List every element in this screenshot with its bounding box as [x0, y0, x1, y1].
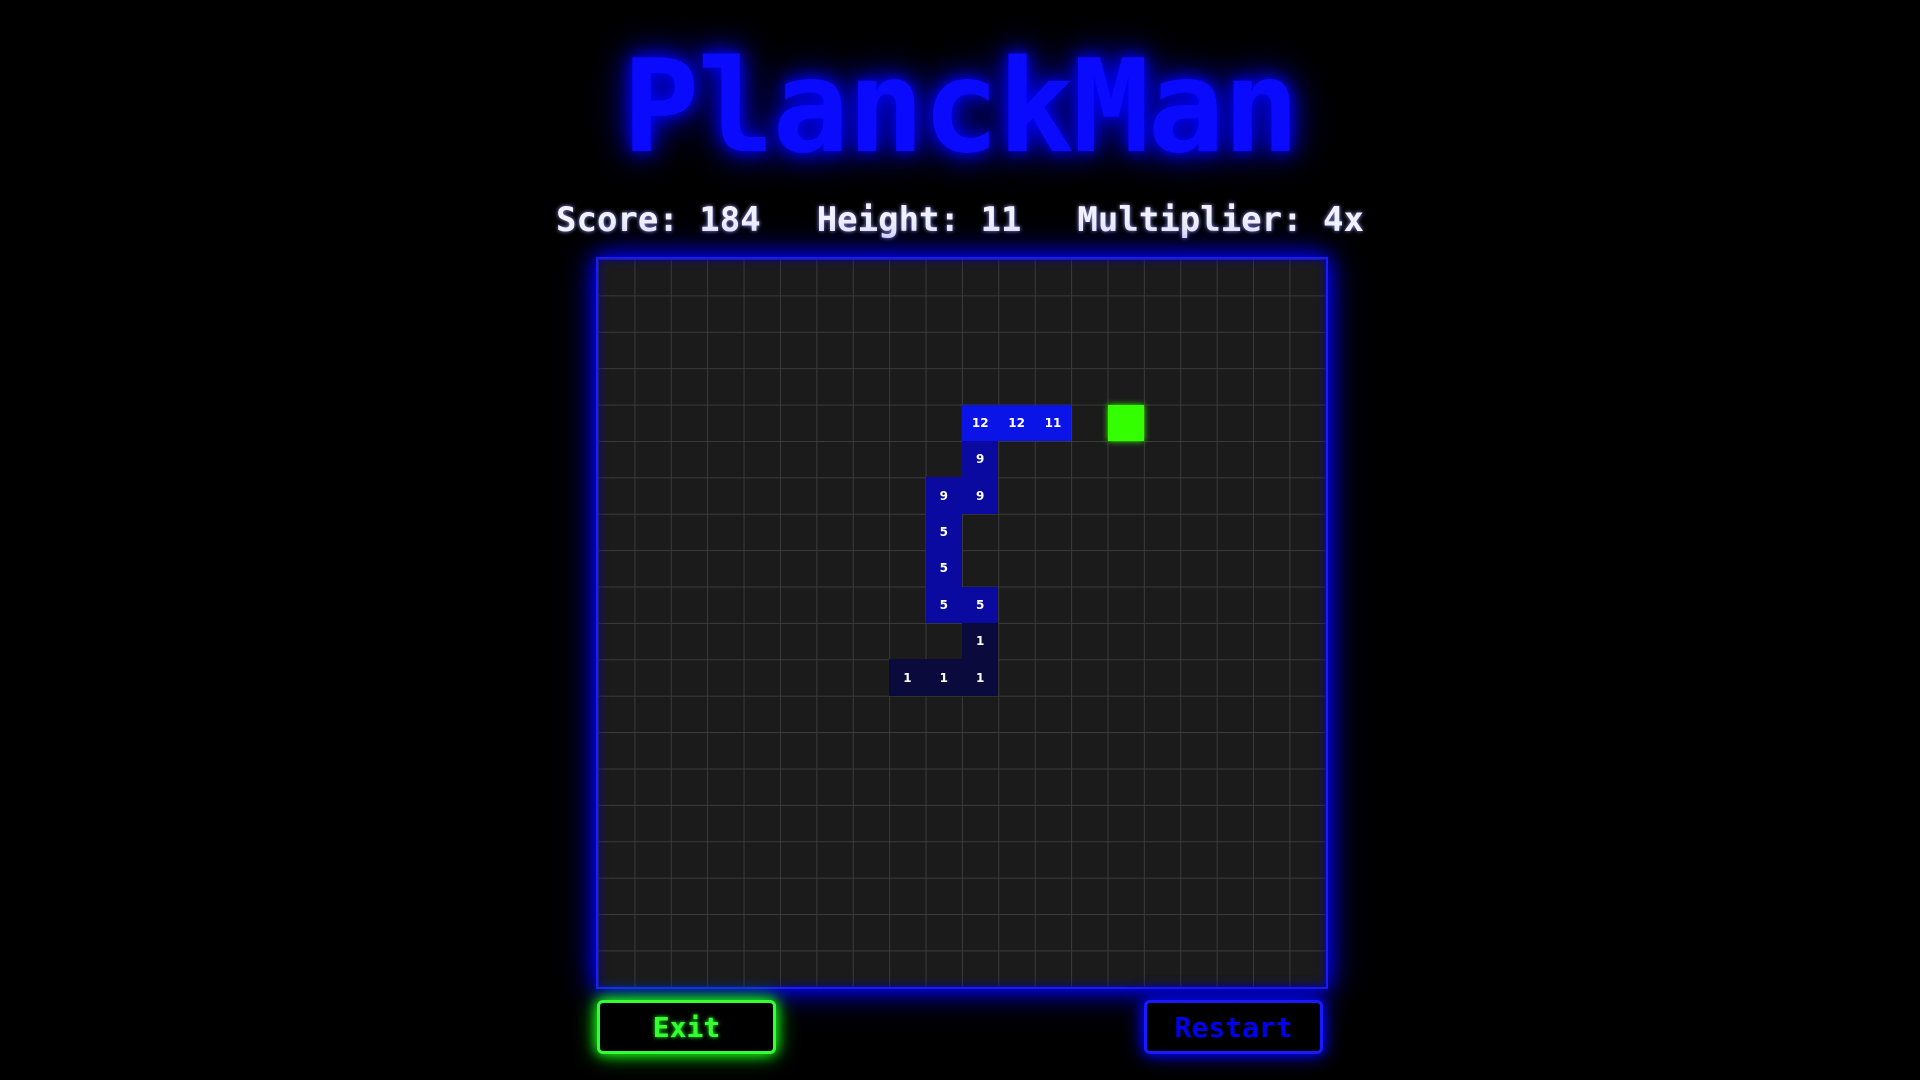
multiplier-display: Multiplier: 4x [1077, 200, 1364, 240]
snake-segment: 5 [925, 586, 962, 623]
snake-segment: 5 [925, 513, 962, 551]
snake-segment: 12 [962, 404, 999, 441]
snake-segment: 9 [962, 441, 999, 478]
exit-button[interactable]: Exit [597, 1000, 776, 1054]
game-title: PlanckMan [622, 33, 1300, 182]
snake-segment: 5 [925, 550, 962, 587]
food-pellet [1107, 404, 1144, 441]
restart-button[interactable]: Restart [1144, 1000, 1323, 1054]
snake-segment: 9 [962, 477, 999, 514]
snake-segment: 9 [925, 477, 962, 514]
snake-segment: 1 [925, 659, 962, 696]
snake-segment: 1 [962, 623, 999, 660]
game-board[interactable]: 12 12 11 9 9 9 5 5 5 5 1 1 1 1 [596, 257, 1328, 989]
height-display: Height: 11 [816, 200, 1022, 240]
score-display: Score: 184 [556, 200, 761, 240]
snake-segment: 5 [962, 586, 999, 623]
stats-bar: Score: 184 Height: 11 Multiplier: 4x [0, 200, 1920, 240]
snake-segment: 1 [889, 659, 926, 696]
snake-segment: 11 [1034, 404, 1072, 441]
snake-segment: 12 [998, 404, 1035, 441]
snake-segment: 1 [962, 659, 999, 696]
